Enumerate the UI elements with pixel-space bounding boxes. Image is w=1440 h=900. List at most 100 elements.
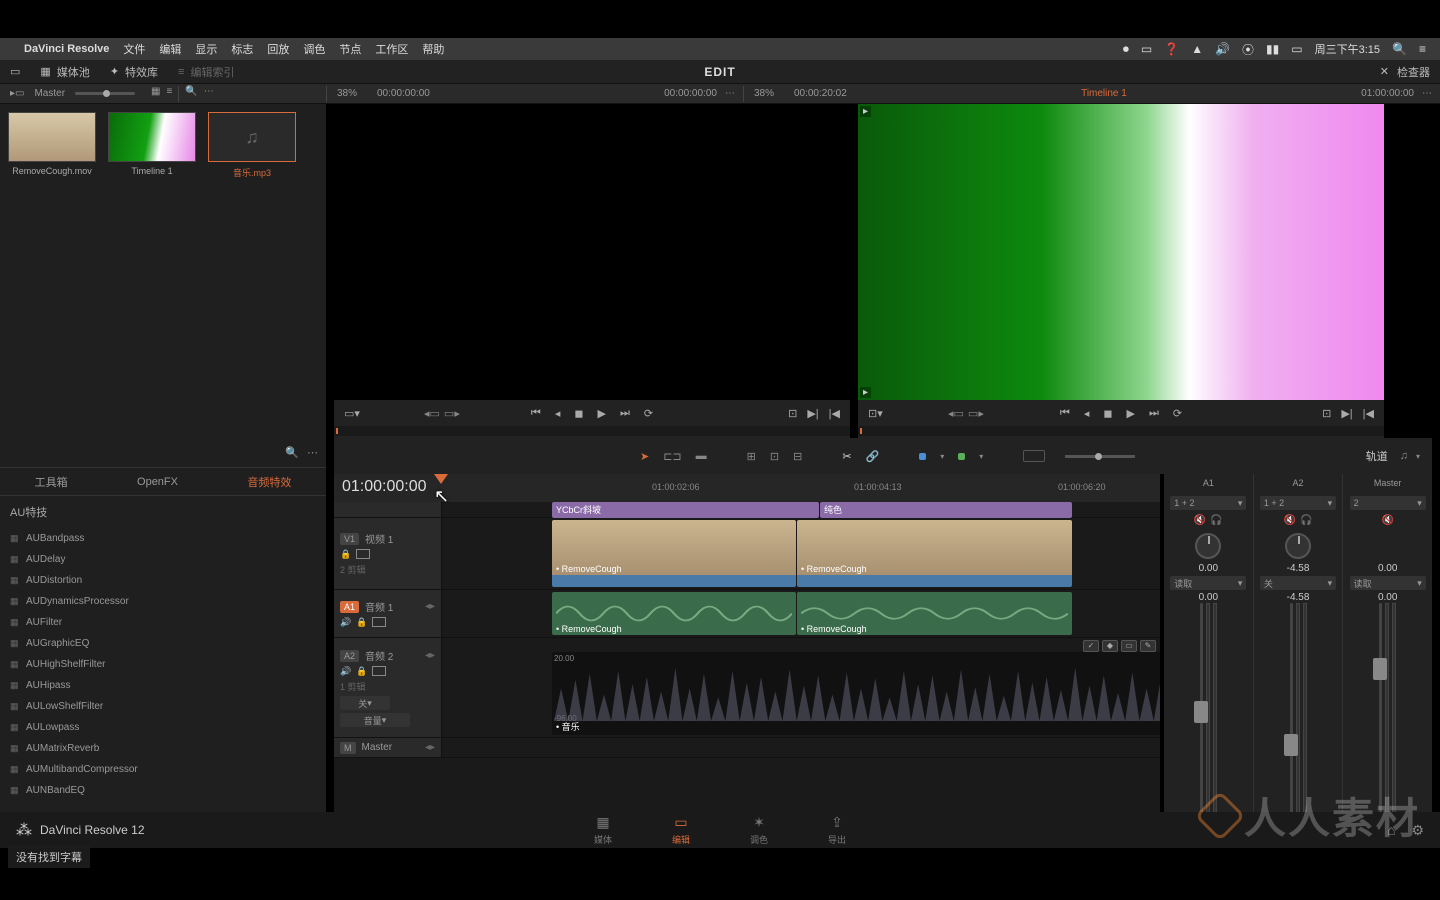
clip-item[interactable]: Timeline 1 — [108, 112, 196, 430]
master-label[interactable]: Master — [34, 88, 65, 99]
out-marker-icon[interactable]: ▸ — [860, 387, 871, 398]
audio-clip[interactable]: RemoveCough — [552, 592, 796, 635]
video-clip[interactable]: RemoveCough — [797, 520, 1072, 587]
gear-icon[interactable]: ⚙ — [1411, 822, 1424, 839]
playhead-icon[interactable] — [434, 474, 448, 488]
prg-zoom[interactable]: 38% — [754, 88, 794, 99]
frame-icon[interactable] — [356, 549, 370, 559]
flag-blue-icon[interactable] — [919, 453, 926, 460]
kf-tool-icon[interactable]: ✎ — [1140, 640, 1156, 652]
loop-icon[interactable]: ⟳ — [644, 407, 653, 420]
frame-icon[interactable] — [372, 666, 386, 676]
search-pool-icon[interactable]: 🔍 — [185, 86, 197, 102]
razor-icon[interactable]: ✂ — [842, 450, 851, 463]
page-color[interactable]: ✶调色 — [750, 814, 768, 846]
media-pool-button[interactable]: ▦媒体池 — [40, 64, 89, 80]
track-header-a2[interactable]: A2音频 2◂▸ 🔊🔒 1 剪辑 关 ▾ 音量 ▾ — [334, 638, 442, 737]
tool-icon[interactable]: ✕ — [1380, 65, 1389, 78]
page-deliver[interactable]: ⇪导出 — [828, 814, 846, 846]
fx-search-icon[interactable]: 🔍 — [285, 446, 299, 459]
inspector-button[interactable]: 检查器 — [1397, 64, 1430, 80]
src-scrubber[interactable] — [334, 426, 850, 436]
flag-icon[interactable]: ▮▮ — [1266, 42, 1279, 56]
automation-select[interactable]: 读取▾ — [1170, 576, 1246, 590]
crop-left-icon[interactable]: ◂▭ — [424, 407, 440, 420]
flag-green-icon[interactable] — [958, 453, 965, 460]
program-viewer[interactable]: ▸ ▸ — [858, 104, 1384, 400]
in-marker-icon[interactable]: ▸ — [860, 106, 871, 117]
page-edit[interactable]: ▭编辑 — [672, 814, 690, 846]
view-mode-icon[interactable] — [1023, 450, 1045, 462]
kf-tool-icon[interactable]: ▭ — [1121, 640, 1137, 652]
help-icon[interactable]: ❓ — [1164, 42, 1179, 56]
fx-clip[interactable]: YCbCr斜坡 — [552, 502, 819, 518]
mute-icon[interactable]: 🔇 — [1284, 515, 1296, 526]
crop-left-icon[interactable]: ◂▭ — [948, 407, 964, 420]
pan-knob[interactable] — [1285, 533, 1311, 559]
battery-icon[interactable]: ▭ — [1291, 42, 1302, 56]
pan-knob[interactable] — [1195, 533, 1221, 559]
audio-clip[interactable]: 20.00 20.00 -96.00 -96.00 音乐 — [552, 652, 1160, 735]
thumb-size-slider[interactable] — [75, 92, 135, 95]
rec-icon[interactable]: ⏺ — [1123, 42, 1129, 57]
play-icon[interactable]: ▶ — [1126, 407, 1134, 420]
fader-handle[interactable] — [1194, 701, 1208, 723]
src-mode-icon[interactable]: ▭▾ — [344, 407, 360, 420]
search-icon[interactable]: 🔍 — [1392, 42, 1407, 56]
prg-scrubber[interactable] — [858, 426, 1384, 436]
menu-icon[interactable]: ≡ — [1419, 42, 1426, 56]
fx-item[interactable]: AUBandpass — [0, 528, 326, 549]
replace-icon[interactable]: ⊟ — [793, 450, 802, 463]
fx-item[interactable]: AULowpass — [0, 717, 326, 738]
crop-right-icon[interactable]: ▭▸ — [444, 407, 460, 420]
mute-icon[interactable]: 🔊 — [340, 617, 351, 628]
crop-right-icon[interactable]: ▭▸ — [968, 407, 984, 420]
trim-tool-icon[interactable]: ⊏⊐ — [663, 450, 681, 463]
bin-icon[interactable]: ▸▭ — [10, 88, 24, 99]
lock-icon[interactable]: 🔒 — [340, 549, 351, 560]
fx-item[interactable]: AUDynamicsProcessor — [0, 591, 326, 612]
app-name[interactable]: DaVinci Resolve — [24, 43, 109, 55]
output-select[interactable]: 2▾ — [1350, 496, 1426, 510]
match-frame-icon[interactable]: ⊡ — [1322, 407, 1331, 420]
prg-mode-icon[interactable]: ⊡▾ — [868, 407, 883, 420]
audio-clip[interactable]: RemoveCough — [797, 592, 1072, 635]
chevron-down-icon[interactable]: ▾ — [1416, 452, 1420, 461]
automation-select[interactable]: 关▾ — [1260, 576, 1336, 590]
fx-item[interactable]: AUGraphicEQ — [0, 633, 326, 654]
tab-openfx[interactable]: OpenFX — [125, 472, 190, 492]
fx-item[interactable]: AUDelay — [0, 549, 326, 570]
track-header-v1[interactable]: V1视频 1 🔒 2 剪辑 — [334, 518, 442, 589]
page-media[interactable]: ▦媒体 — [594, 814, 612, 846]
tab-toolbox[interactable]: 工具箱 — [23, 470, 80, 494]
clock[interactable]: 周三下午3:15 — [1315, 41, 1380, 57]
home-icon[interactable]: ⌂ — [1387, 822, 1395, 839]
fader-handle[interactable] — [1284, 734, 1298, 756]
output-select[interactable]: 1 + 2▾ — [1170, 496, 1246, 510]
mute-icon[interactable]: 🔇 — [1381, 515, 1393, 526]
source-viewer[interactable] — [334, 104, 850, 400]
layout-icon[interactable]: ▭ — [10, 65, 20, 78]
clip-item[interactable]: RemoveCough.mov — [8, 112, 96, 430]
menu-help[interactable]: 帮助 — [422, 41, 444, 57]
menu-mark[interactable]: 标志 — [231, 41, 253, 57]
fader-track[interactable] — [1290, 603, 1293, 821]
loop-icon[interactable]: ⟳ — [1173, 407, 1182, 420]
kf-tool-icon[interactable]: ◆ — [1102, 640, 1118, 652]
selection-tool-icon[interactable]: ➤ — [640, 450, 649, 463]
fx-item[interactable]: AUFilter — [0, 612, 326, 633]
go-out-icon[interactable]: |◀ — [829, 407, 840, 420]
frame-icon[interactable] — [372, 617, 386, 627]
menu-edit[interactable]: 编辑 — [159, 41, 181, 57]
display-icon[interactable]: ▭ — [1141, 42, 1152, 56]
tab-audiofx[interactable]: 音频特效 — [235, 470, 303, 494]
automation-select[interactable]: 读取▾ — [1350, 576, 1426, 590]
list-view-icon[interactable]: ≡ — [166, 86, 172, 102]
menu-color[interactable]: 调色 — [303, 41, 325, 57]
fx-item[interactable]: AUNBandEQ — [0, 780, 326, 801]
fx-item[interactable]: AUMultibandCompressor — [0, 759, 326, 780]
mute-icon[interactable]: 🔇 — [1194, 515, 1206, 526]
menu-workspace[interactable]: 工作区 — [375, 41, 408, 57]
edit-index-button[interactable]: ≡编辑索引 — [178, 64, 234, 80]
clip-item[interactable]: ♫ 音乐.mp3 — [208, 112, 296, 430]
